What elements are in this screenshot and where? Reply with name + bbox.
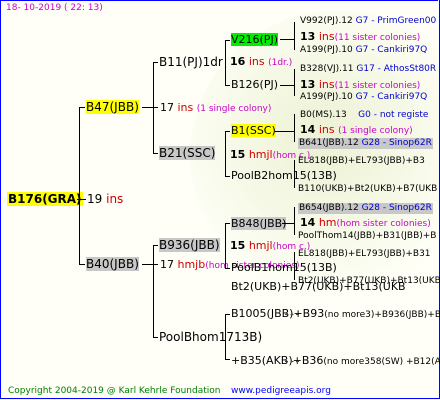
connector — [280, 85, 294, 86]
connector — [294, 207, 295, 235]
connector — [79, 107, 80, 264]
connector — [280, 39, 294, 40]
gggp-el818-2[interactable]: EL818(JBB)+EL793(JBB)+B31 — [298, 250, 431, 259]
gp-b11-stats: 16 ins (1dr.) — [230, 55, 293, 68]
root-queen[interactable]: B176(GRA) — [7, 192, 83, 206]
connector — [153, 337, 158, 338]
b126-stats: 13 ins(11 sister colonies) — [300, 78, 421, 91]
gggp-a199-1[interactable]: A199(PJ).10 G7 - Cankiri97Q — [300, 46, 427, 55]
connector — [294, 160, 295, 188]
connector — [225, 131, 226, 176]
connector — [153, 62, 158, 63]
ggp-b126[interactable]: B126(PJ) — [231, 79, 278, 90]
root-number: 19 ins — [87, 192, 124, 206]
connector — [79, 107, 85, 108]
connector — [225, 223, 230, 224]
website-link[interactable]: www.pedigreeapis.org — [231, 386, 331, 396]
connector — [142, 107, 158, 108]
connector — [294, 69, 295, 96]
gggp-b110[interactable]: B110(UKB)+Bt2(UKB)+B7(UKB — [298, 185, 437, 194]
ggp-poolb1hom15[interactable]: PoolB1hom15(13B) — [231, 262, 337, 273]
gp-b11[interactable]: B11(PJ)1dr — [159, 56, 223, 68]
ggp-poolb2hom15[interactable]: PoolB2hom15(13B) — [231, 170, 337, 181]
connector — [294, 252, 295, 280]
connector — [294, 114, 295, 142]
ggp-v216[interactable]: V216(PJ) — [231, 33, 278, 46]
connector — [225, 314, 226, 359]
connector — [225, 314, 230, 315]
connector — [282, 223, 294, 224]
gggp-bt2[interactable]: Bt2(UKB)+B77(UKB)+Bt13(UKB — [298, 277, 440, 286]
b1-stats: 14 ins (1 single colony) — [300, 123, 413, 136]
parent-b47[interactable]: B47(JBB) — [86, 100, 139, 114]
frame-top — [0, 0, 438, 2]
gggp-v992[interactable]: V992(PJ).12 G7 - PrimGreen00 — [300, 17, 436, 26]
connector — [225, 40, 226, 85]
connector — [225, 268, 230, 269]
parent-b47-stats: 17 ins (1 single colony) — [160, 101, 272, 114]
gggp-poolthom14[interactable]: PoolThom14(JBB)+B31(JBB)+B — [298, 232, 436, 241]
gp-poolbhom17[interactable]: PoolBhom1713B) — [159, 331, 262, 343]
ggp-b1005[interactable]: B1005(JBB)+B93(no more3)+B936(JBB)+B94 — [231, 308, 440, 320]
connector — [225, 131, 230, 132]
connector — [225, 176, 230, 177]
connector — [225, 85, 230, 86]
pedigree-page: 18- 10-2019 ( 22: 13) B176(GRA) 19 ins B… — [0, 0, 440, 400]
parent-b40[interactable]: B40(JBB) — [86, 257, 139, 271]
b848-stats: 14 hm(hom sister colonies) — [300, 216, 431, 229]
connector — [79, 264, 85, 265]
date-stamp: 18- 10-2019 ( 22: 13) — [6, 3, 103, 13]
gggp-el818-1[interactable]: EL818(JBB)+EL793(JBB)+B3 — [298, 157, 425, 166]
gp-b936[interactable]: B936(JBB) — [159, 238, 220, 252]
connector — [142, 264, 158, 265]
ggp-b35[interactable]: +B35(AKB)+B36(no more358(SW) +B12(ASH — [231, 355, 440, 367]
connector — [294, 22, 295, 50]
gggp-b328[interactable]: B328(VJ).11 G17 - AthosSt80R — [300, 65, 436, 74]
gggp-a199-2[interactable]: A199(PJ).10 G7 - Cankiri97Q — [300, 93, 427, 102]
gp-b21[interactable]: B21(SSC) — [159, 146, 216, 160]
gggp-b641[interactable]: B641(JBB).12 G28 - Sinop62R — [298, 138, 433, 149]
connector — [275, 131, 294, 132]
connector — [285, 314, 299, 315]
connector — [225, 223, 226, 268]
connector — [153, 245, 154, 337]
ggp-b848[interactable]: B848(JBB) — [231, 217, 287, 230]
connector — [225, 359, 230, 360]
connector — [153, 245, 158, 246]
ggp-b1[interactable]: B1(SSC) — [231, 124, 276, 137]
frame-left — [0, 0, 2, 398]
connector — [153, 153, 158, 154]
connector — [153, 62, 154, 153]
v216-stats: 13 ins(11 sister colonies) — [300, 30, 421, 43]
connector — [225, 40, 230, 41]
copyright-text: Copyright 2004-2019 @ Karl Kehrle Founda… — [8, 386, 221, 396]
gggp-b0[interactable]: B0(MS).13 G0 - not registe — [300, 111, 428, 120]
connector — [285, 361, 299, 362]
gggp-b654[interactable]: B654(JBB).12 G28 - Sinop62R — [298, 203, 433, 214]
